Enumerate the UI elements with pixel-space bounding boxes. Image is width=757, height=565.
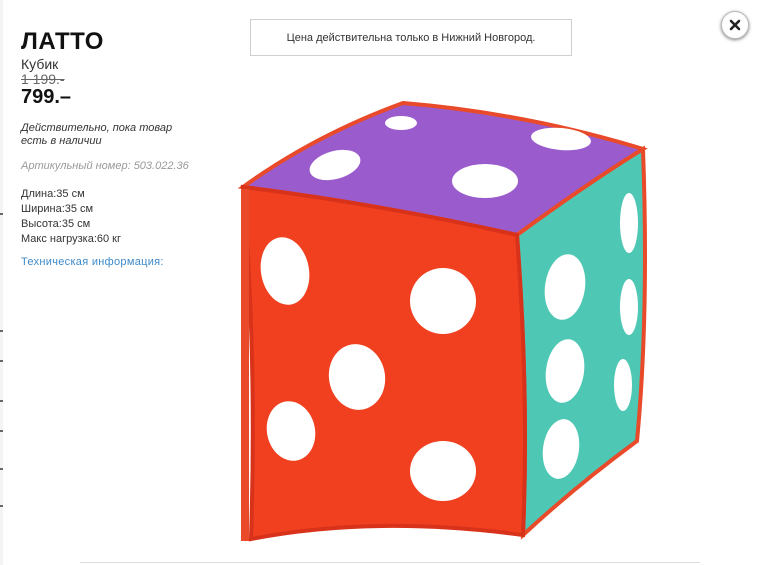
old-price: 1 199.- bbox=[21, 71, 65, 87]
current-price: 799.– bbox=[21, 86, 72, 108]
divider bbox=[80, 562, 700, 563]
spec-row: Длина:35 см bbox=[21, 188, 85, 200]
availability-note: Действительно, пока товар есть в наличии bbox=[21, 122, 173, 147]
product-popup: ЛАТТО Кубик 1 199.- 799.– Действительно,… bbox=[0, 0, 757, 565]
article-value: 503.022.36 bbox=[133, 160, 189, 172]
product-info: ЛАТТО Кубик 1 199.- 799.– Действительно,… bbox=[21, 28, 221, 270]
price-notice: Цена действительна только в Нижний Новго… bbox=[250, 19, 572, 56]
page-edge bbox=[0, 0, 3, 565]
spec-row: Ширина:35 см bbox=[21, 203, 94, 215]
article-label: Артикульный номер: bbox=[21, 160, 131, 172]
product-image bbox=[237, 100, 648, 542]
spec-list: Длина:35 см Ширина:35 см Высота:35 см Ма… bbox=[21, 187, 221, 247]
product-type: Кубик bbox=[21, 56, 59, 72]
tech-info-link[interactable]: Техническая информация: bbox=[21, 256, 164, 268]
spec-row: Макс нагрузка:60 кг bbox=[21, 233, 121, 245]
close-button[interactable] bbox=[721, 11, 749, 39]
article-number: Артикульный номер: 503.022.36 bbox=[21, 160, 221, 173]
close-icon bbox=[729, 19, 741, 31]
spec-row: Высота:35 см bbox=[21, 218, 91, 230]
product-title: ЛАТТО bbox=[21, 28, 104, 55]
